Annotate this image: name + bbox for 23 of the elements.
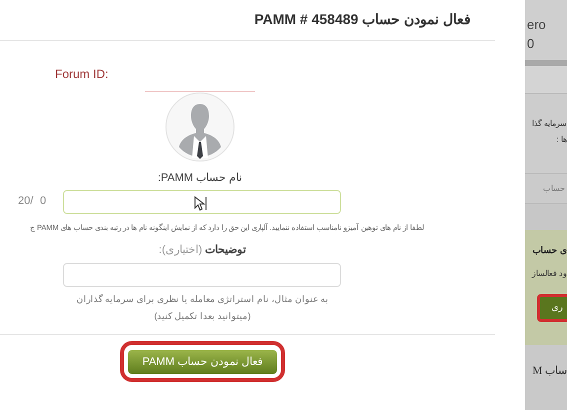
- cursor-icon: [194, 196, 208, 210]
- background-heading: ساب M: [532, 364, 567, 379]
- field-label: نام حساب PAMM:: [158, 171, 242, 186]
- help-text: (میتوانید بعدا تکمیل کنید): [154, 310, 251, 324]
- background-text: سرمایه گذا: [532, 118, 567, 130]
- dialog-title: فعال نمودن حساب PAMM # 458489: [254, 10, 471, 30]
- forum-id-label: Forum ID:: [55, 67, 108, 81]
- tab-label: حساب: [543, 182, 565, 194]
- panel-header-bar: [525, 60, 567, 66]
- character-limit: 20/: [17, 194, 34, 210]
- description-field[interactable]: [63, 263, 341, 288]
- panel-button[interactable]: ری: [537, 294, 567, 322]
- account-name-field[interactable]: [63, 190, 341, 214]
- avatar-icon: [165, 92, 235, 162]
- help-text: به عنوان مثال، نام استراتژی معامله یا نظری برای سرمایه گذاران: [76, 293, 328, 306]
- background-text: 0: [527, 36, 536, 52]
- field-label: توضیحات (اختیاری):: [158, 242, 246, 258]
- panel-heading: ی حساب: [532, 244, 567, 257]
- background-text: ero: [527, 17, 547, 33]
- background-text: ها :: [556, 134, 567, 146]
- panel-text: ود فعالساز: [532, 268, 567, 280]
- character-count: 0: [39, 194, 48, 210]
- activate-pamm-button[interactable]: فعال نمودن حساب PAMM: [128, 350, 277, 374]
